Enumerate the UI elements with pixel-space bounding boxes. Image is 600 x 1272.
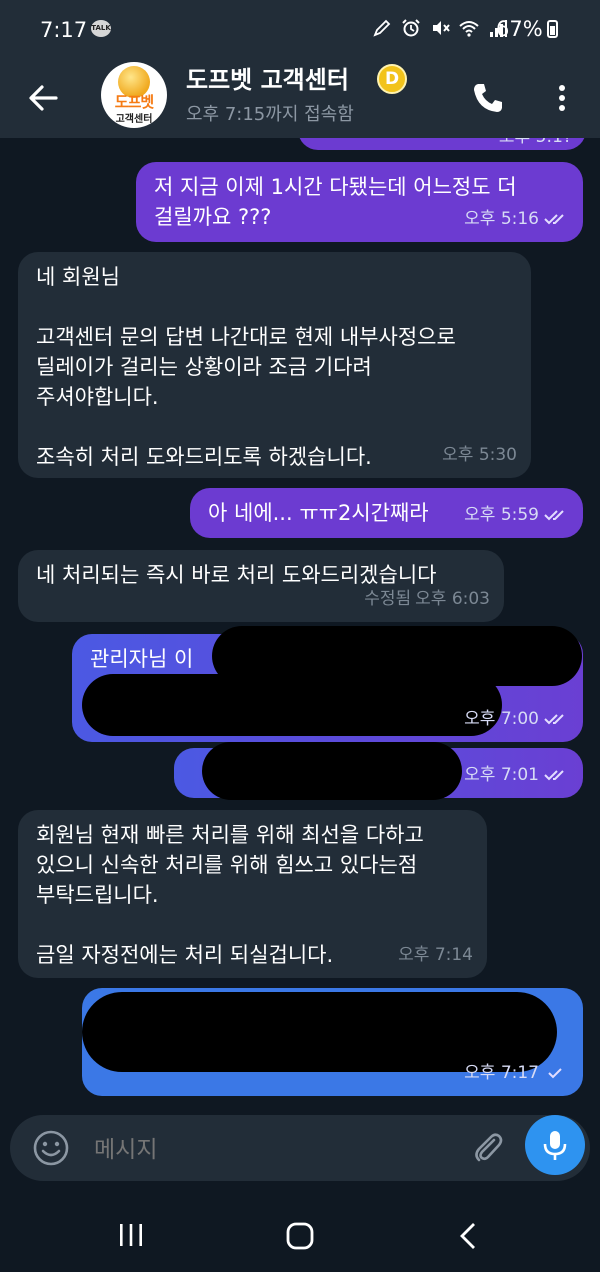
battery-percent: 67% [496,17,543,41]
chat-header: 도프벳 고객센터 도프벳 고객센터 D 오후 7:15까지 접속함 [0,58,600,138]
message-bubble-outgoing[interactable]: 관리자님 이 오후 7:00 [72,626,583,742]
message-meta: 오후 5:30 [442,440,517,470]
avatar-subtitle: 고객센터 [115,114,153,125]
message-time: 오후 7:17 [464,1063,539,1083]
battery-icon [547,20,558,38]
message-time: 오후 5:1? [499,138,572,152]
mute-icon [433,21,450,35]
message-input[interactable] [92,1130,456,1168]
last-seen-status: 오후 7:15까지 접속함 [186,104,354,125]
single-check-icon [548,1068,562,1079]
message-time: 오후 5:59 [464,505,539,525]
phone-icon[interactable] [470,80,506,116]
message-meta: 오후 7:14 [398,940,473,970]
pen-icon [373,19,391,37]
mic-icon [543,1131,567,1160]
status-bar: 7:17 TALK 67% [0,0,600,58]
message-meta: 수정됨 오후 6:03 [364,584,490,614]
status-icons [372,18,508,38]
alarm-icon [402,19,420,37]
double-check-icon [544,510,564,521]
back-arrow-icon[interactable] [22,76,66,120]
avatar-brand: 도프벳 [114,93,154,111]
nav-back-icon[interactable] [458,1222,478,1250]
mic-button[interactable] [525,1115,585,1175]
wifi-icon [459,21,479,37]
message-time: 오후 5:16 [464,209,539,229]
message-time: 오후 6:03 [415,589,490,609]
emoji-icon[interactable] [32,1129,70,1167]
talk-notification-icon: TALK [91,20,111,37]
system-nav-bar [0,1190,600,1272]
double-check-icon [544,770,564,781]
message-time: 오후 7:00 [464,709,539,729]
double-check-icon [544,214,564,225]
status-time: 7:17 [40,18,88,42]
message-bubble-incoming[interactable]: 회원님 현재 빠른 처리를 위해 최선을 다하고 있으니 신속한 처리를 위해 … [18,810,487,978]
double-check-icon [544,714,564,725]
message-bubble-outgoing[interactable]: 오후 7:01 [174,742,583,800]
message-bubble-outgoing[interactable]: 오후 7:17 [82,988,583,1096]
message-bubble-outgoing[interactable]: 저 지금 이제 1시간 다됐는데 어느정도 더 걸릴까요 ??? 오후 5:16 [136,162,583,242]
verified-badge: D [377,64,407,94]
home-icon[interactable] [286,1222,314,1250]
message-time: 오후 5:30 [442,445,517,465]
message-meta: 오후 7:00 [464,704,569,734]
message-meta: 오후 7:17 [464,1058,569,1088]
message-meta: 오후 5:16 [464,204,569,234]
redaction-mark [82,674,502,736]
chat-title[interactable]: 도프벳 고객센터 [186,60,349,95]
edited-label: 수정됨 [364,589,412,609]
message-list[interactable]: 오후 5:1? 저 지금 이제 1시간 다됐는데 어느정도 더 걸릴까요 ???… [0,138,600,1110]
paperclip-icon[interactable] [470,1130,506,1166]
message-bubble-outgoing[interactable]: 아 네에... ㅠㅠ2시간째라 오후 5:59 [190,488,583,538]
message-meta: 오후 7:01 [464,760,569,790]
message-bubble-incoming[interactable]: 네 회원님 고객센터 문의 답변 나간대로 현제 내부사정으로 딜레이가 걸리는… [18,252,531,478]
redaction-mark [202,742,462,800]
message-bubble-outgoing[interactable]: 오후 5:1? [298,138,586,150]
message-meta: 오후 5:59 [464,500,569,530]
more-vertical-icon[interactable] [548,80,576,116]
message-bubble-incoming[interactable]: 네 처리되는 즉시 바로 처리 도와드리겠습니다 수정됨 오후 6:03 [18,550,504,622]
message-time: 오후 7:01 [464,765,539,785]
recents-icon[interactable] [117,1222,145,1248]
composer [10,1115,590,1181]
message-time: 오후 7:14 [398,945,473,965]
avatar[interactable]: 도프벳 고객센터 [101,62,167,128]
